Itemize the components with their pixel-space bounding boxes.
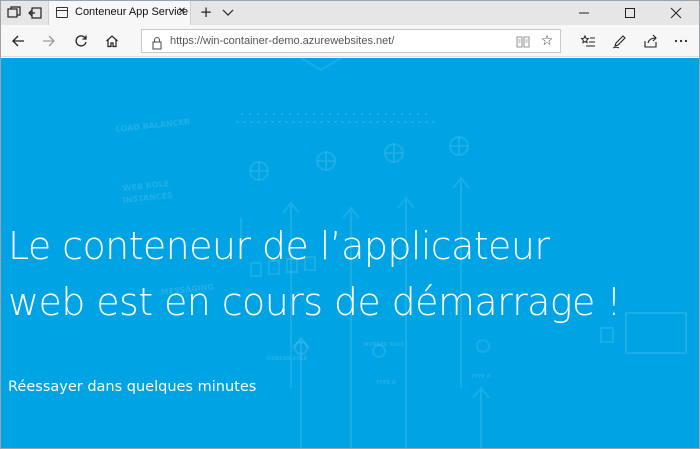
close-window-icon[interactable] — [653, 1, 699, 25]
minimize-icon[interactable] — [561, 1, 607, 25]
retry-message: Réessayer dans quelques minutes — [8, 379, 257, 395]
forward-arrow-icon[interactable] — [40, 32, 58, 50]
page-icon — [56, 7, 68, 18]
page-content: LOAD BALANCER WEB ROLE INSTANCES MESSAGI… — [1, 58, 699, 448]
address-bar[interactable]: https://win-container-demo.azurewebsites… — [141, 29, 561, 53]
reading-view-icon[interactable] — [515, 34, 531, 50]
headline-line-2: web est en cours de démarrage ! — [8, 280, 621, 324]
set-aside-tabs-icon[interactable] — [27, 5, 43, 21]
bg-label-instances: INSTANCES — [122, 191, 173, 205]
headline-line-1: Le conteneur de l’applicateur — [8, 224, 550, 268]
home-icon[interactable] — [103, 32, 121, 50]
refresh-icon[interactable] — [72, 32, 90, 50]
bg-label-type-a: TYPE A — [376, 380, 396, 386]
bg-label-worker-role-2: WORKER ROLE — [363, 342, 405, 348]
chevron-down-icon[interactable] — [220, 4, 236, 20]
tab-strip: Conteneur App Service ✕ + — [1, 1, 699, 25]
favorites-hub-icon[interactable] — [579, 32, 597, 50]
maximize-icon[interactable] — [607, 1, 653, 25]
lock-icon — [150, 35, 164, 50]
new-tab-button[interactable]: + — [197, 3, 215, 21]
more-icon[interactable] — [672, 32, 690, 50]
bg-label-worker-role-1: WORKER ROLE — [266, 356, 308, 362]
tab-title: Conteneur App Service — [75, 6, 189, 18]
navigation-bar: https://win-container-demo.azurewebsites… — [1, 25, 699, 57]
browser-window: Conteneur App Service ✕ + https://win-co… — [0, 0, 700, 449]
bg-label-load-balancer: LOAD BALANCER — [115, 117, 190, 134]
star-icon[interactable]: ☆ — [538, 32, 556, 50]
tab-active[interactable]: Conteneur App Service ✕ — [48, 1, 191, 25]
pen-icon[interactable] — [611, 32, 629, 50]
share-icon[interactable] — [642, 32, 660, 50]
bg-label-type-b: TYPE B — [471, 374, 491, 380]
page-headline: Le conteneur de l’applicateur web est en… — [8, 218, 698, 330]
back-arrow-icon[interactable] — [9, 32, 27, 50]
close-icon[interactable]: ✕ — [176, 5, 188, 19]
tab-actions-icon[interactable] — [6, 5, 22, 21]
url-text[interactable]: https://win-container-demo.azurewebsites… — [170, 35, 394, 47]
